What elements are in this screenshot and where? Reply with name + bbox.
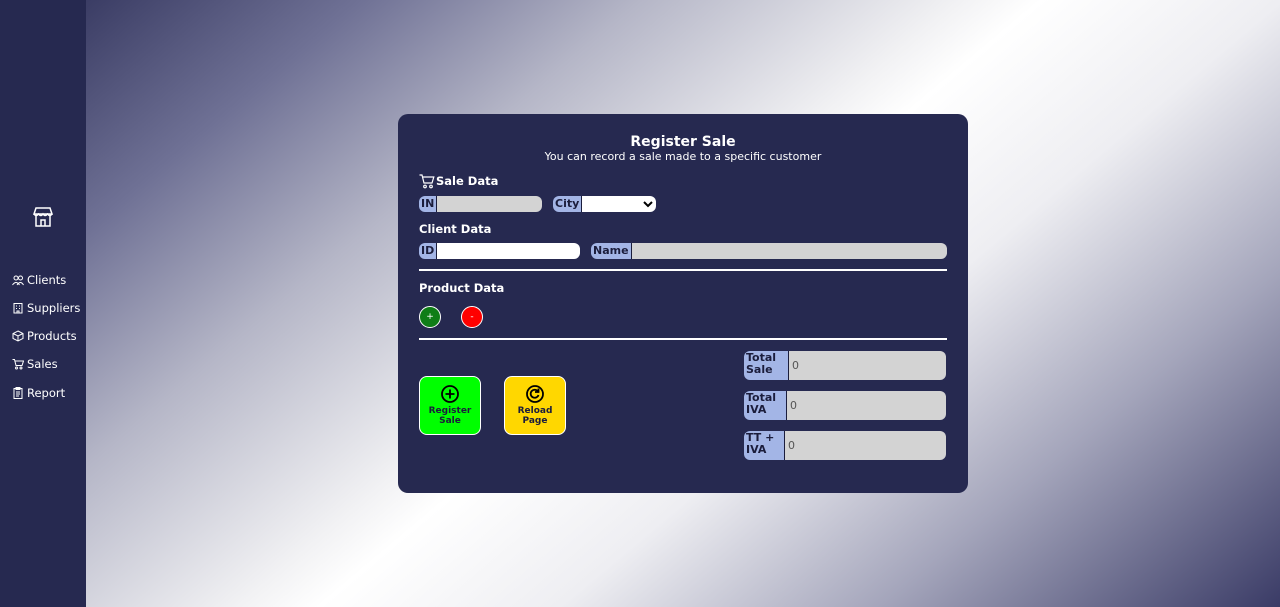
- clipboard-icon: [13, 387, 23, 399]
- sidebar-item-products[interactable]: Products: [12, 326, 77, 346]
- total-iva-label: Total IVA: [744, 391, 787, 420]
- name-label: Name: [591, 243, 632, 259]
- product-data-heading: Product Data: [419, 281, 505, 295]
- total-with-iva-value: 0: [785, 431, 946, 460]
- sidebar-item-label: Products: [27, 329, 77, 343]
- divider: [419, 338, 947, 340]
- client-name-input[interactable]: [631, 243, 947, 259]
- reload-icon: [526, 385, 544, 403]
- register-sale-button[interactable]: Register Sale: [419, 376, 481, 435]
- sidebar-item-label: Sales: [27, 357, 58, 371]
- sidebar-item-clients[interactable]: Clients: [12, 270, 66, 290]
- total-iva-value: 0: [787, 391, 946, 420]
- page-title: Register Sale: [630, 134, 736, 150]
- plus-circle-icon: [441, 385, 459, 403]
- client-name-field[interactable]: Name: [591, 243, 947, 259]
- page-subtitle: You can record a sale made to a specific…: [544, 150, 822, 163]
- sidebar-item-label: Clients: [27, 273, 67, 287]
- sale-data-heading: Sale Data: [419, 173, 498, 189]
- sidebar-item-sales[interactable]: Sales: [12, 354, 58, 374]
- divider: [419, 269, 947, 271]
- sidebar-item-label: Suppliers: [27, 301, 81, 315]
- box-icon: [12, 330, 24, 342]
- client-id-field[interactable]: ID: [419, 243, 580, 259]
- cart-icon: [419, 174, 435, 189]
- total-iva-field: Total IVA 0: [744, 391, 946, 420]
- in-input[interactable]: [437, 196, 542, 212]
- sidebar-item-report[interactable]: Report: [12, 383, 65, 403]
- city-select[interactable]: [582, 196, 656, 212]
- register-sale-label: Register Sale: [428, 406, 472, 426]
- client-id-input[interactable]: [437, 243, 580, 259]
- sidebar-item-label: Report: [27, 386, 66, 400]
- reload-page-button[interactable]: Reload Page: [504, 376, 566, 435]
- total-sale-value: 0: [789, 351, 946, 380]
- remove-product-button[interactable]: -: [461, 306, 483, 328]
- client-data-heading: Client Data: [419, 222, 492, 236]
- total-with-iva-label: TT + IVA: [744, 431, 785, 460]
- city-label: City: [553, 196, 583, 212]
- building-icon: [13, 303, 23, 314]
- add-product-button[interactable]: +: [419, 306, 441, 328]
- total-with-iva-field: TT + IVA 0: [744, 431, 946, 460]
- sidebar-item-suppliers[interactable]: Suppliers: [12, 298, 80, 318]
- reload-page-label: Reload Page: [517, 406, 553, 426]
- id-label: ID: [419, 243, 438, 259]
- register-sale-card: Register Sale You can record a sale made…: [398, 114, 968, 493]
- cart-icon: [12, 359, 24, 370]
- users-icon: [12, 275, 24, 286]
- in-field[interactable]: IN: [419, 196, 542, 212]
- sidebar: Clients Suppliers Products Sales Report: [0, 0, 86, 607]
- store-icon[interactable]: [31, 205, 55, 229]
- total-sale-field: Total Sale 0: [744, 351, 946, 380]
- total-sale-label: Total Sale: [744, 351, 789, 380]
- in-label: IN: [419, 196, 438, 212]
- city-field[interactable]: City: [553, 196, 656, 212]
